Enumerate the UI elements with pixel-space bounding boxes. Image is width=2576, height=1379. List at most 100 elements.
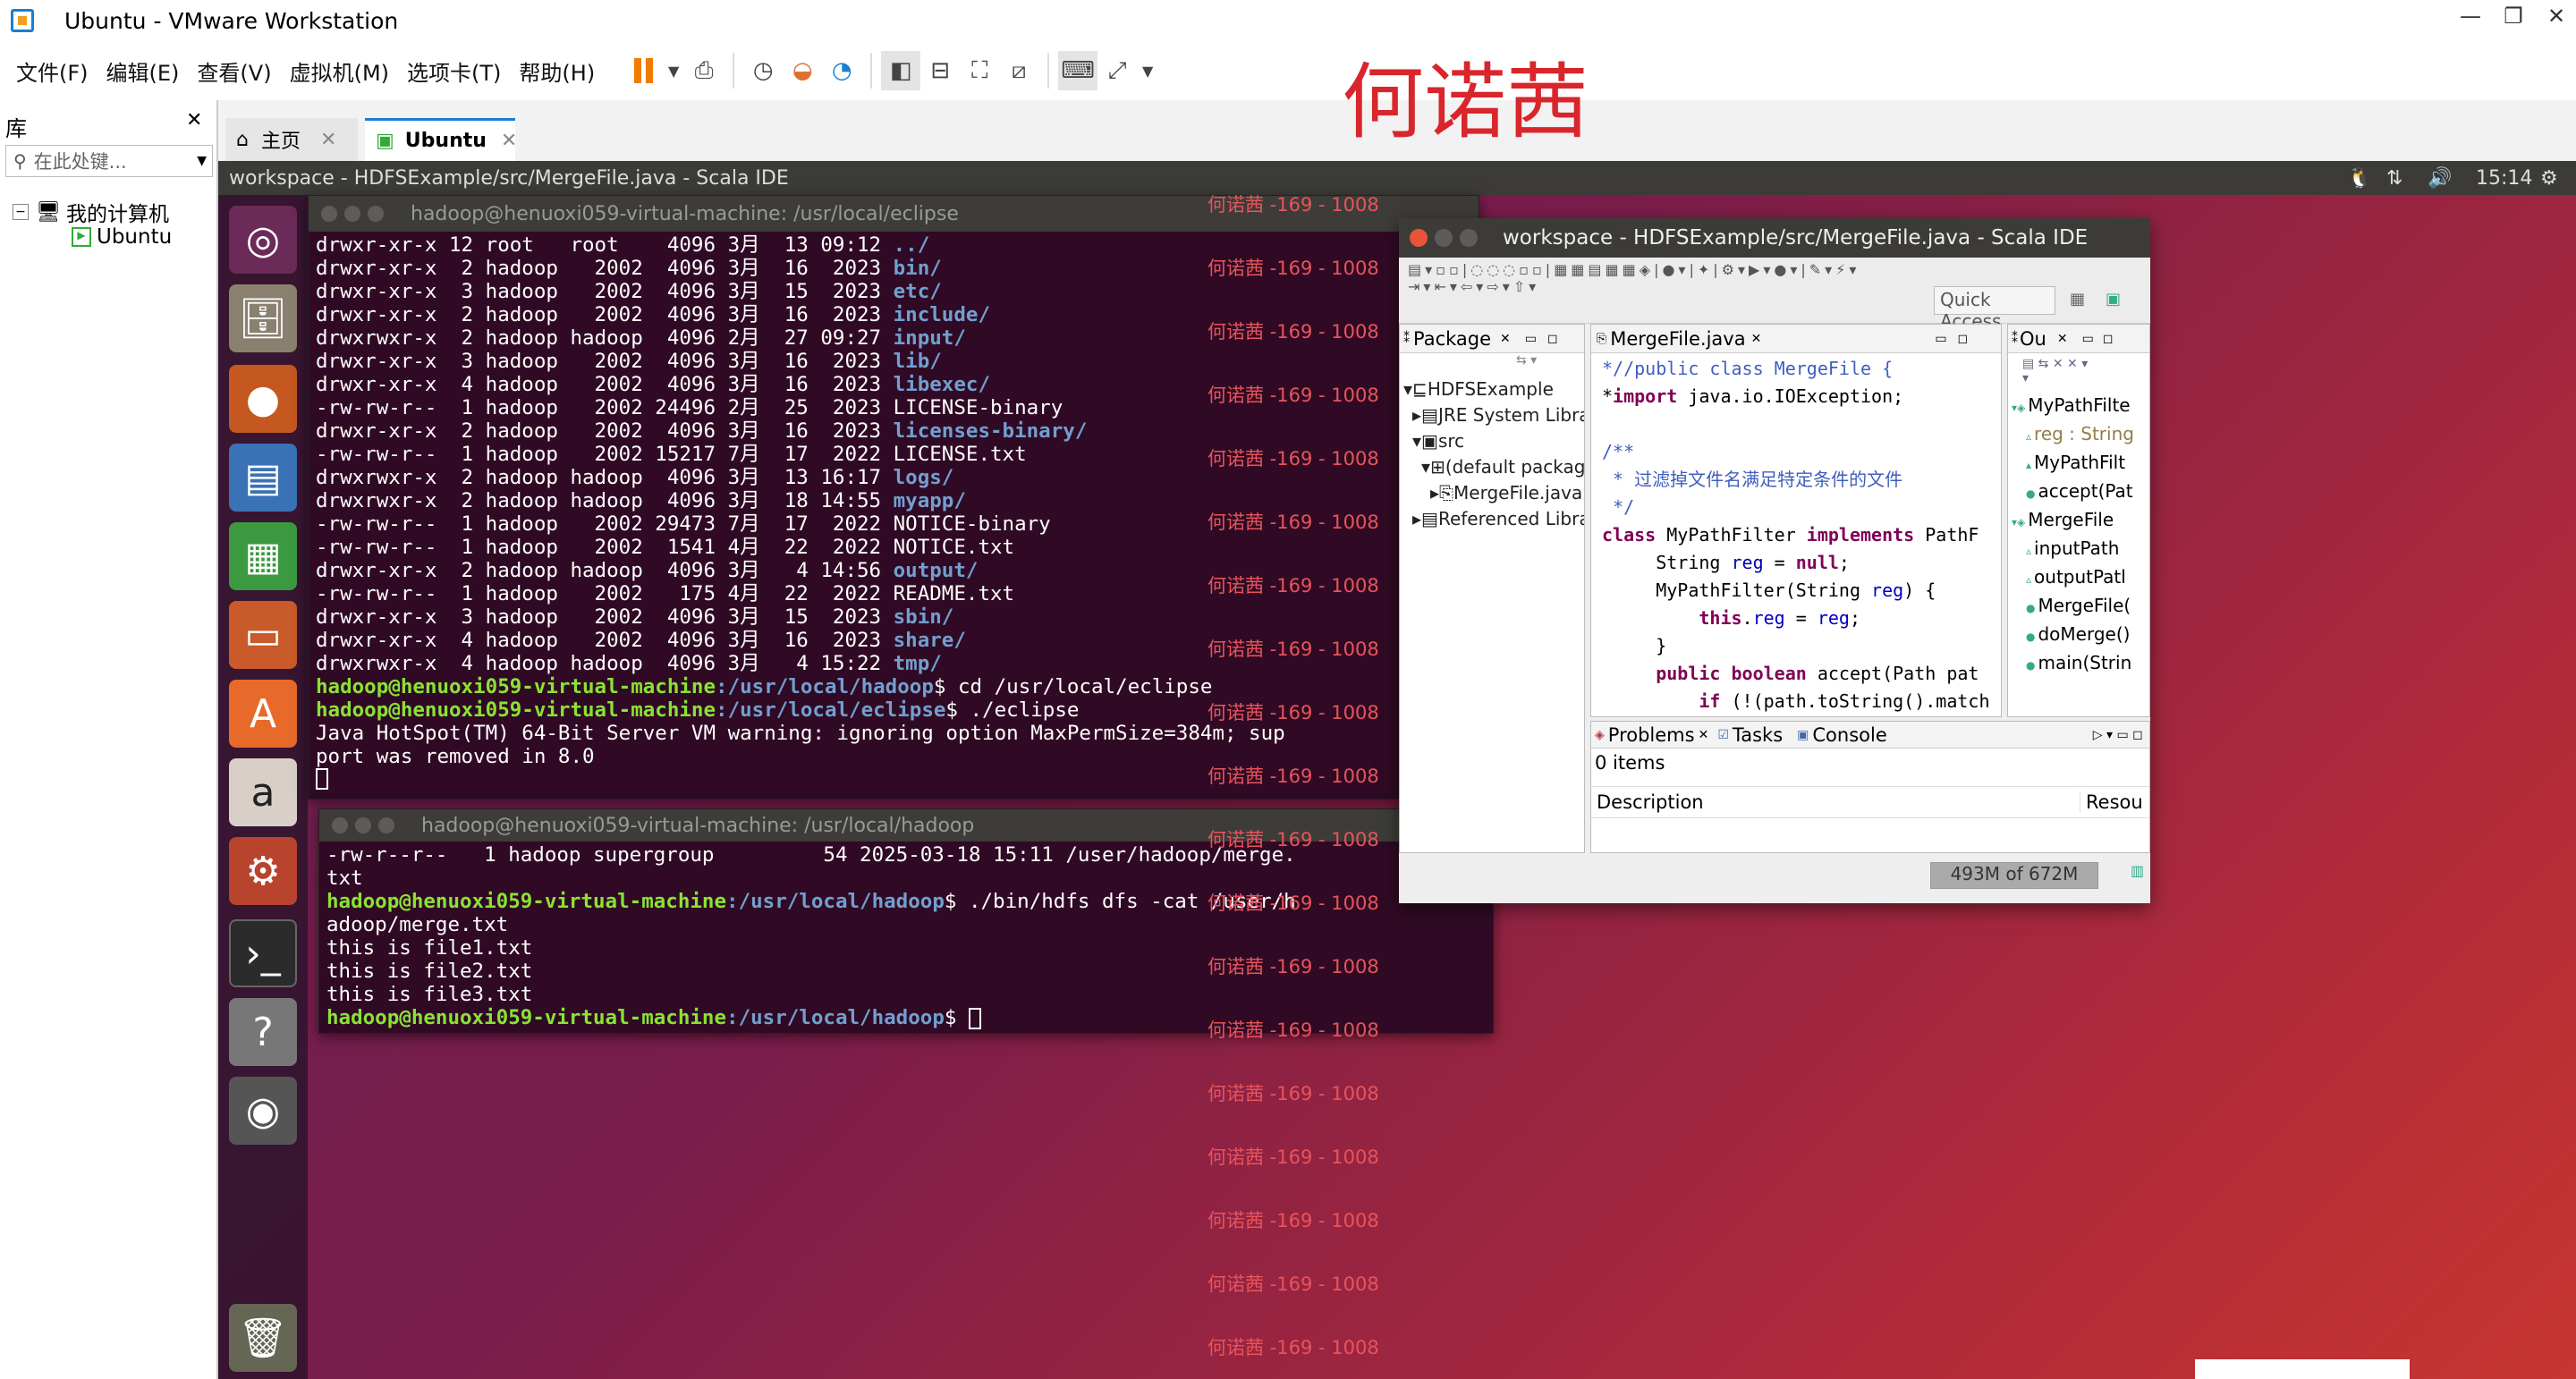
chevron-down-icon[interactable]: ▼ [663, 51, 684, 90]
quick-access-input[interactable]: Quick Access [1934, 286, 2055, 332]
view-menu-icon[interactable]: ▷ ▾ ▭ ◻ [2093, 728, 2143, 742]
chevron-down-icon[interactable]: ▼ [1137, 51, 1158, 90]
window-controls[interactable] [321, 206, 411, 222]
tree-item-ubuntu[interactable]: ▶ Ubuntu [72, 225, 172, 249]
outline-item[interactable]: ● main(Strin [2008, 650, 2149, 679]
tux-icon[interactable]: 🐧 [2347, 167, 2371, 190]
snapshot-manager-icon[interactable]: ◔ [822, 51, 861, 90]
collapse-icon[interactable]: − [13, 204, 29, 220]
tab-console[interactable]: Console [1812, 724, 1886, 746]
tree-item[interactable]: ▾▣src [1400, 428, 1584, 454]
code-text[interactable]: *//public class MergeFile {*import java.… [1591, 353, 2001, 715]
code-editor[interactable]: ⎘ MergeFile.java ✕ ▭ ◻ *//public class M… [1590, 324, 2002, 717]
gc-icon[interactable]: ▥ [2131, 862, 2144, 879]
snapshot-icon[interactable]: ◷ [743, 51, 783, 90]
maximize-icon[interactable]: ◻ [1958, 332, 1969, 346]
outline-tab[interactable]: ⁑ Ou ✕ ▭ ◻ [2008, 325, 2149, 353]
clock[interactable]: 15:14 [2476, 167, 2532, 190]
minimize-icon[interactable]: ▭ [1525, 332, 1537, 346]
console-view-icon[interactable]: ⌨ [1058, 51, 1098, 90]
menu-view[interactable]: 查看(V) [188, 55, 280, 87]
volume-icon[interactable]: 🔊 [2428, 167, 2452, 190]
scala-perspective-icon[interactable]: ▣ [2106, 290, 2121, 309]
outline-item[interactable]: ▵ inputPath [2008, 536, 2149, 564]
outline-item[interactable]: ▾◈ MergeFile [2008, 507, 2149, 536]
outline-item[interactable]: ▾◈ MyPathFilte [2008, 393, 2149, 421]
outline-view[interactable]: ⁑ Ou ✕ ▭ ◻ ▤ ⇆ ✕ ✕ ▾ ▾ ▾◈ MyPathFilte ▵ reg … [2007, 324, 2150, 717]
restore-icon[interactable]: ❐ [2496, 4, 2531, 29]
revert-snapshot-icon[interactable]: ◒ [783, 51, 822, 90]
stretch-icon[interactable]: ⤢ [1097, 51, 1137, 90]
tree-item[interactable]: ▸⎘MergeFile.java [1400, 480, 1584, 506]
tree-item[interactable]: ▸▤JRE System Libra [1400, 402, 1584, 428]
menu-edit[interactable]: 编辑(E) [97, 55, 189, 87]
thumbnail-icon[interactable]: ⊟ [920, 51, 960, 90]
maximize-icon[interactable] [378, 817, 394, 833]
window-controls[interactable] [332, 817, 421, 833]
col-resource[interactable]: Resou [2080, 791, 2143, 813]
outline-item[interactable]: ● doMerge() [2008, 622, 2149, 650]
tab-ubuntu[interactable]: ▣ Ubuntu ✕ [365, 118, 517, 161]
tree-item[interactable]: ▾⊑HDFSExample [1400, 376, 1584, 402]
ubuntu-dash-icon[interactable]: ◎ [229, 206, 297, 274]
send-keys-icon[interactable]: ⎙ [684, 51, 724, 90]
tree-item-my-computer[interactable]: − 🖥 我的计算机 [13, 197, 169, 227]
vm-display[interactable]: workspace - HDFSExample/src/MergeFile.ja… [218, 161, 2576, 1379]
settings-icon[interactable]: ⚙ [229, 837, 297, 905]
outline-item[interactable]: ● MergeFile( [2008, 593, 2149, 622]
maximize-icon[interactable] [1460, 229, 1478, 247]
package-explorer-tab[interactable]: ⁑ Package ✕ ▭ ◻ [1400, 325, 1584, 353]
minimize-icon[interactable] [344, 206, 360, 222]
writer-icon[interactable]: ▤ [229, 444, 297, 512]
close-icon[interactable] [332, 817, 348, 833]
firefox-icon[interactable]: ● [229, 365, 297, 433]
tab-problems[interactable]: Problems [1608, 724, 1695, 746]
maximize-icon[interactable]: ◻ [2103, 332, 2114, 346]
close-icon[interactable]: ✕ [1751, 332, 1762, 346]
close-icon[interactable]: ✕ [2057, 332, 2068, 346]
close-icon[interactable]: ✕ [501, 130, 517, 152]
minimize-icon[interactable]: — [2453, 4, 2488, 29]
menu-tabs[interactable]: 选项卡(T) [398, 55, 510, 87]
package-tree[interactable]: ▾⊑HDFSExample ▸▤JRE System Libra ▾▣src ▾… [1400, 376, 1584, 532]
outline-toolbar[interactable]: ▤ ⇆ ✕ ✕ ▾ ▾ [2008, 353, 2149, 393]
tree-item[interactable]: ▸▤Referenced Libra [1400, 506, 1584, 532]
amazon-icon[interactable]: a [229, 758, 297, 826]
problems-view[interactable]: ◈ Problems ✕ ☑ Tasks ▣ Console ▷ ▾ ▭ ◻ 0… [1590, 721, 2150, 853]
calc-icon[interactable]: ▦ [229, 522, 297, 590]
menu-file[interactable]: 文件(F) [7, 55, 97, 87]
close-icon[interactable]: ✕ [320, 129, 336, 151]
dvd-icon[interactable]: ◉ [229, 1077, 297, 1145]
unity-icon[interactable]: ⧄ [999, 51, 1038, 90]
help-icon[interactable]: ? [229, 998, 297, 1066]
perspective-icon[interactable]: ▦ [2070, 290, 2085, 309]
outline-item[interactable]: ▵ reg : String [2008, 421, 2149, 450]
outline-item[interactable]: ▴ MyPathFilt [2008, 450, 2149, 478]
heap-status[interactable]: 493M of 672M [1930, 862, 2098, 889]
minimize-icon[interactable] [355, 817, 371, 833]
menu-vm[interactable]: 虚拟机(M) [281, 55, 398, 87]
package-explorer[interactable]: ⁑ Package ✕ ▭ ◻ ⇆ ▾ ▾⊑HDFSExample ▸▤JRE … [1399, 324, 1585, 853]
menu-help[interactable]: 帮助(H) [510, 55, 604, 87]
tab-tasks[interactable]: Tasks [1733, 724, 1783, 746]
trash-icon[interactable]: 🗑 [229, 1304, 297, 1372]
tree-item[interactable]: ▾⊞(default package [1400, 454, 1584, 480]
terminal-icon[interactable]: ›_ [229, 919, 297, 987]
close-icon[interactable]: ✕ [1500, 332, 1511, 346]
close-icon[interactable] [321, 206, 337, 222]
explorer-toolbar[interactable]: ⇆ ▾ [1400, 353, 1584, 376]
library-search-input[interactable]: ⚲ 在此处键... ▼ [5, 145, 213, 177]
fullscreen-icon[interactable]: ⛶ [960, 51, 999, 90]
maximize-icon[interactable] [368, 206, 384, 222]
software-center-icon[interactable]: A [229, 680, 297, 748]
close-icon[interactable]: ✕ [1699, 728, 1709, 742]
terminal-output[interactable]: -rw-r--r-- 1 hadoop supergroup 54 2025-0… [319, 842, 1493, 1031]
network-icon[interactable]: ⇅ [2386, 167, 2402, 190]
gear-icon[interactable]: ⚙ [2540, 167, 2558, 190]
close-icon[interactable]: ✕ [2538, 4, 2574, 29]
editor-tab[interactable]: ⎘ MergeFile.java ✕ ▭ ◻ [1591, 325, 2001, 353]
impress-icon[interactable]: ▭ [229, 601, 297, 669]
close-icon[interactable]: ✕ [186, 109, 202, 131]
files-icon[interactable]: 🗄 [229, 284, 297, 352]
eclipse-window[interactable]: workspace - HDFSExample/src/MergeFile.ja… [1399, 218, 2150, 903]
